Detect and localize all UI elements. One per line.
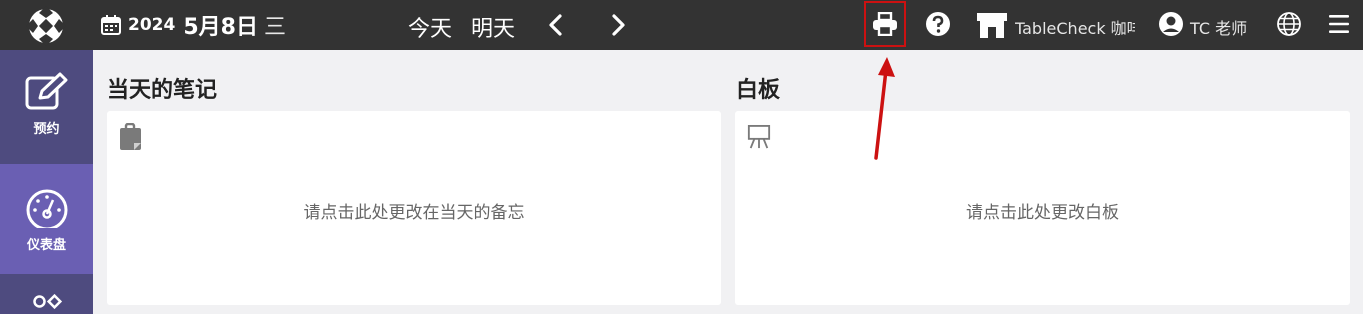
user-avatar-icon[interactable]	[1158, 11, 1184, 37]
date-month-day: 5月8日	[183, 15, 258, 40]
chevron-right-icon[interactable]	[605, 13, 629, 37]
sidebar-item-reservations[interactable]: 预约	[0, 50, 93, 163]
date-year: 2024	[128, 15, 176, 35]
sidebar: 预约 仪表盘	[0, 50, 93, 314]
notes-card[interactable]: 请点击此处更改在当天的备忘	[107, 111, 721, 305]
shop-name[interactable]: TableCheck 咖啡	[1015, 15, 1135, 39]
annotation-arrow	[874, 57, 895, 160]
sidebar-item-shapes[interactable]	[0, 276, 93, 314]
printer-icon	[873, 12, 897, 36]
sidebar-item-label: 仪表盘	[26, 238, 66, 253]
notes-title: 当天的笔记	[107, 78, 218, 103]
tomorrow-button[interactable]: 明天	[471, 11, 515, 43]
whiteboard-title: 白板	[736, 78, 781, 103]
store-icon[interactable]	[976, 10, 1008, 40]
edit-icon	[25, 72, 67, 110]
top-bar: 2024 5月8日 三 今天 明天 TableCheck 咖啡 TC 老师	[0, 0, 1363, 50]
globe-icon[interactable]	[1276, 11, 1302, 37]
easel-icon	[747, 125, 771, 149]
user-name[interactable]: TC 老师	[1190, 15, 1247, 39]
chevron-left-icon[interactable]	[545, 13, 569, 37]
help-icon[interactable]	[925, 11, 951, 37]
date-weekday: 三	[263, 15, 286, 40]
date-picker[interactable]: 2024 5月8日 三	[100, 0, 286, 50]
today-button[interactable]: 今天	[408, 11, 452, 43]
print-button[interactable]	[864, 1, 906, 47]
clipboard-icon	[120, 123, 141, 150]
dashboard-gauge-icon	[26, 189, 67, 228]
hamburger-menu-icon[interactable]	[1327, 12, 1351, 36]
shapes-icon	[32, 294, 62, 310]
notes-placeholder: 请点击此处更改在当天的备忘	[303, 203, 525, 223]
whiteboard-placeholder: 请点击此处更改白板	[966, 203, 1119, 223]
sidebar-item-label: 预约	[33, 122, 60, 137]
app-logo-icon[interactable]	[24, 4, 68, 48]
sidebar-item-dashboard[interactable]: 仪表盘	[0, 164, 93, 274]
calendar-icon	[101, 15, 121, 35]
whiteboard-card[interactable]: 请点击此处更改白板	[735, 111, 1350, 305]
